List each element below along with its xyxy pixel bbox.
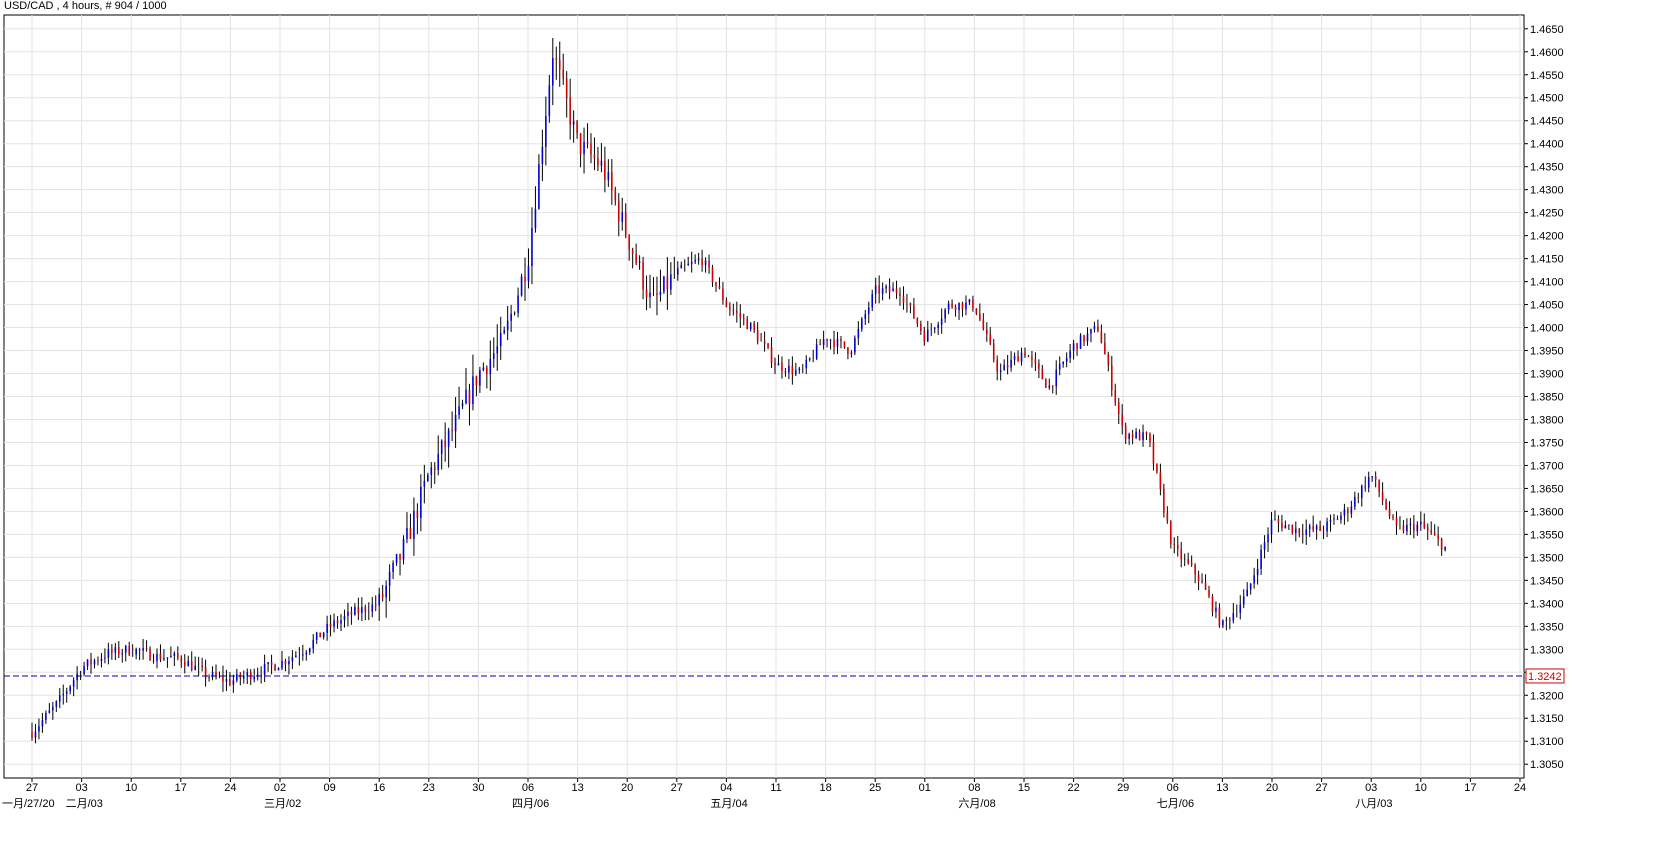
x-month-label: 三月/02 <box>264 798 301 810</box>
x-month-label: 四月/06 <box>512 798 549 810</box>
y-tick-label: 1.3700 <box>1530 460 1564 472</box>
x-axis: 27 03 10 17 24 02 09 16 23 30 06 13 20 27 04 11 18 25 01 08… <box>2 778 1526 810</box>
x-tick-label: 06 <box>522 782 534 794</box>
x-tick-label: 04 <box>720 782 732 794</box>
y-tick-label: 1.3450 <box>1530 575 1564 587</box>
y-tick-label: 1.3400 <box>1530 598 1564 610</box>
y-tick-label: 1.3750 <box>1530 437 1564 449</box>
y-tick-label: 1.3950 <box>1530 346 1564 358</box>
y-tick-label: 1.4150 <box>1530 254 1564 266</box>
y-tick-label: 1.3150 <box>1530 713 1564 725</box>
x-tick-label: 10 <box>1415 782 1427 794</box>
x-tick-label: 02 <box>274 782 286 794</box>
x-tick-label: 24 <box>224 782 236 794</box>
y-tick-label: 1.3300 <box>1530 644 1564 656</box>
x-tick-label: 17 <box>175 782 187 794</box>
y-tick-label: 1.3800 <box>1530 414 1564 426</box>
y-tick-label: 1.4100 <box>1530 277 1564 289</box>
x-tick-label: 09 <box>323 782 335 794</box>
x-tick-label: 08 <box>968 782 980 794</box>
x-tick-label: 29 <box>1117 782 1129 794</box>
y-tick-label: 1.3650 <box>1530 483 1564 495</box>
x-tick-label: 24 <box>1514 782 1526 794</box>
x-tick-label: 13 <box>571 782 583 794</box>
y-tick-label: 1.3850 <box>1530 392 1564 404</box>
x-tick-label: 01 <box>919 782 931 794</box>
y-tick-label: 1.3350 <box>1530 621 1564 633</box>
y-tick-label: 1.4350 <box>1530 162 1564 174</box>
x-tick-label: 27 <box>1315 782 1327 794</box>
x-tick-label: 13 <box>1216 782 1228 794</box>
x-tick-label: 11 <box>770 782 781 794</box>
y-tick-label: 1.3900 <box>1530 369 1564 381</box>
x-tick-label: 27 <box>26 782 38 794</box>
y-tick-label: 1.4000 <box>1530 323 1564 335</box>
x-month-label: 八月/03 <box>1355 798 1392 810</box>
y-axis: 1.30501.31001.31501.32001.32501.33001.33… <box>1524 24 1564 771</box>
x-tick-label: 20 <box>1266 782 1278 794</box>
x-tick-label: 16 <box>373 782 385 794</box>
x-tick-label: 03 <box>1365 782 1377 794</box>
x-month-label: 五月/04 <box>710 798 747 810</box>
y-tick-label: 1.4050 <box>1530 300 1564 312</box>
current-price-tag: 1.3242 <box>1525 668 1565 684</box>
x-tick-label: 27 <box>671 782 683 794</box>
x-tick-label: 17 <box>1464 782 1476 794</box>
x-tick-label: 03 <box>75 782 87 794</box>
x-tick-label: 23 <box>423 782 435 794</box>
y-tick-label: 1.3050 <box>1530 759 1564 771</box>
y-tick-label: 1.3100 <box>1530 736 1564 748</box>
x-tick-label: 06 <box>1167 782 1179 794</box>
y-tick-label: 1.4400 <box>1530 139 1564 151</box>
y-tick-label: 1.4650 <box>1530 24 1564 36</box>
y-tick-label: 1.4200 <box>1530 231 1564 243</box>
y-tick-label: 1.4450 <box>1530 116 1564 128</box>
y-tick-label: 1.3200 <box>1530 690 1564 702</box>
x-month-label: 七月/06 <box>1157 797 1194 810</box>
x-tick-label: 18 <box>819 782 831 794</box>
x-month-label: 六月/08 <box>958 797 995 810</box>
x-tick-label: 25 <box>869 782 881 794</box>
x-tick-label: 20 <box>621 782 633 794</box>
current-price-label: 1.3242 <box>1528 671 1562 683</box>
y-tick-label: 1.4550 <box>1530 70 1564 82</box>
x-tick-label: 30 <box>472 782 484 794</box>
y-tick-label: 1.4300 <box>1530 185 1564 197</box>
x-month-label: 一月/27/20 <box>2 798 55 810</box>
x-tick-label: 22 <box>1067 782 1079 794</box>
y-tick-label: 1.3550 <box>1530 529 1564 541</box>
x-tick-label: 15 <box>1018 782 1030 794</box>
price-chart[interactable]: 1.30501.31001.31501.32001.32501.33001.33… <box>0 0 1658 857</box>
y-tick-label: 1.4500 <box>1530 93 1564 105</box>
y-tick-label: 1.4250 <box>1530 208 1564 220</box>
y-tick-label: 1.3500 <box>1530 552 1564 564</box>
y-tick-label: 1.4600 <box>1530 47 1564 59</box>
x-month-label: 二月/03 <box>66 798 103 810</box>
x-tick-label: 10 <box>125 782 137 794</box>
y-tick-label: 1.3600 <box>1530 506 1564 518</box>
